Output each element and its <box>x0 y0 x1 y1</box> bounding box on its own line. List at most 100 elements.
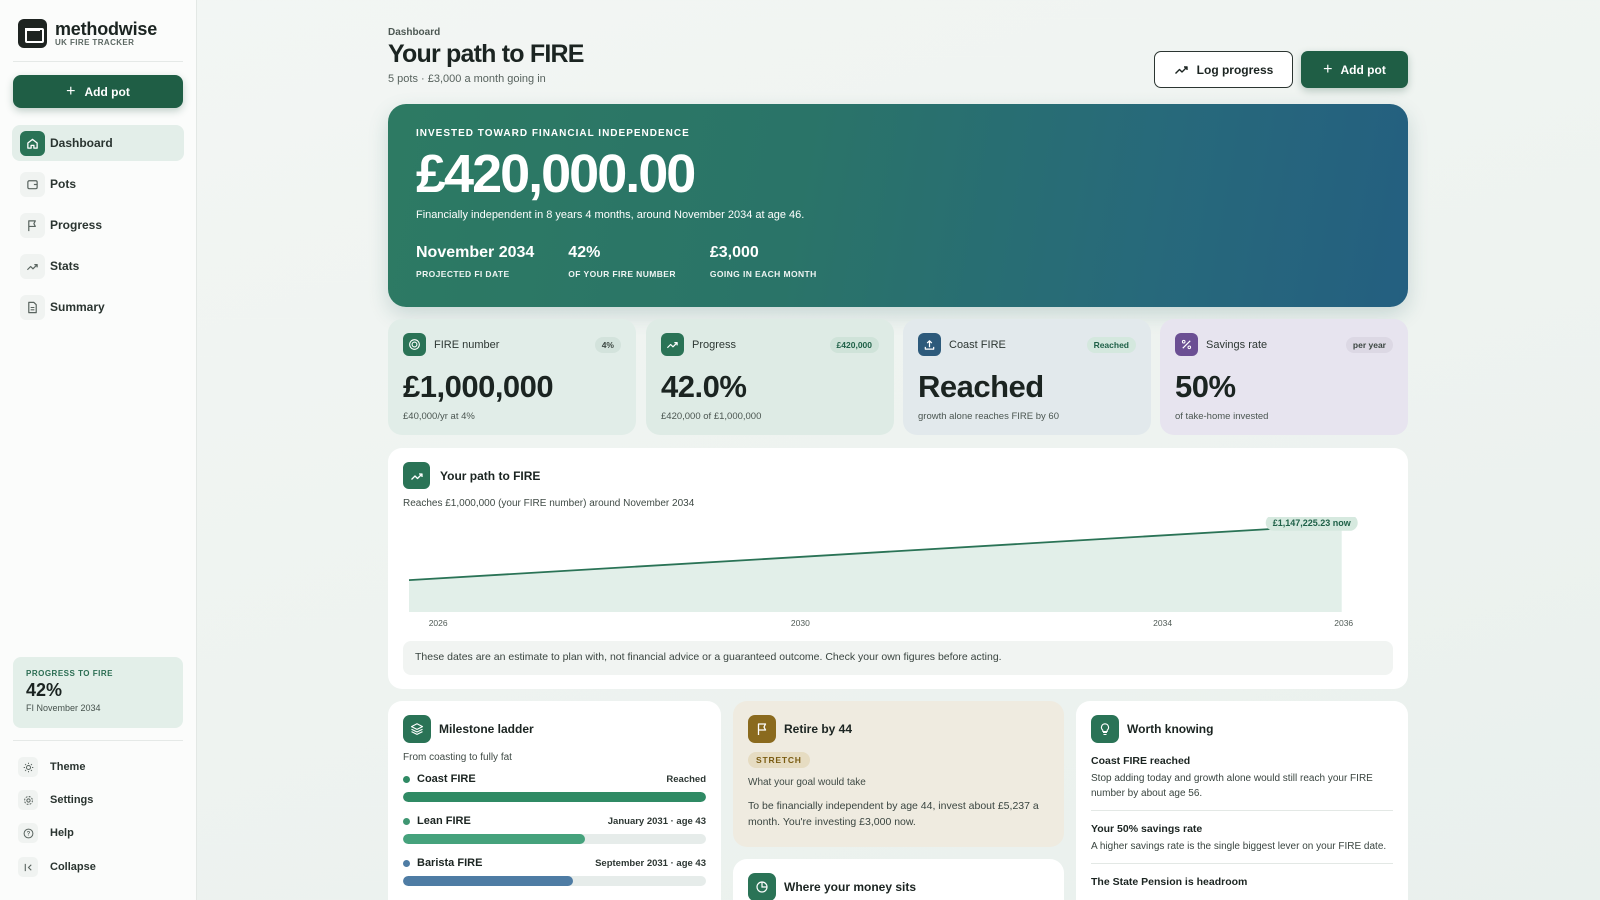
chart-area <box>409 524 1342 612</box>
fire-number-card[interactable]: FIRE number 4% £1,000,000 £40,000/yr at … <box>388 319 636 435</box>
sidebar-item-summary[interactable]: Summary <box>12 289 184 325</box>
retire-goal-panel[interactable]: Retire by 44 STRETCH What your goal woul… <box>733 701 1064 847</box>
tip-item: The State Pension is headroom <box>1091 876 1393 888</box>
collapse-label: Collapse <box>50 861 96 873</box>
milestone-bar <box>403 792 706 802</box>
theme-label: Theme <box>50 761 86 773</box>
card-subtext: £40,000/yr at 4% <box>403 411 475 422</box>
sidebar-add-pot-button[interactable]: + Add pot <box>13 75 183 108</box>
sidebar-item-progress[interactable]: Progress <box>12 207 184 243</box>
milestone-bar <box>403 834 706 844</box>
status-dot <box>403 859 410 867</box>
pie-chart-icon <box>748 873 776 900</box>
target-icon <box>403 333 426 356</box>
sidebar: methodwise UK FIRE TRACKER + Add pot Das… <box>0 0 197 900</box>
card-title: Progress <box>692 338 737 351</box>
sidebar-item-stats[interactable]: Stats <box>12 248 184 284</box>
tip-item: Your 50% savings rate A higher savings r… <box>1091 823 1393 854</box>
card-badge: 4% <box>594 336 621 353</box>
invested-hero-card: INVESTED TOWARD FINANCIAL INDEPENDENCE £… <box>388 104 1408 307</box>
help-button[interactable]: ? Help <box>18 821 74 845</box>
progress-card[interactable]: Progress £420,000 42.0% £420,000 of £1,0… <box>646 319 894 435</box>
progress-label: PROGRESS TO FIRE <box>26 669 113 678</box>
tip-title: The State Pension is headroom <box>1091 876 1248 888</box>
sidebar-item-label: Progress <box>50 218 103 232</box>
milestone-bar <box>403 876 706 886</box>
plus-icon: + <box>66 82 76 100</box>
card-value: 42.0% <box>661 369 747 404</box>
sidebar-progress-card[interactable]: PROGRESS TO FIRE 42% FI November 2034 <box>13 657 183 728</box>
x-tick-label: 2026 <box>429 618 448 628</box>
sidebar-item-pots[interactable]: Pots <box>12 166 184 202</box>
plus-icon: + <box>1323 60 1333 78</box>
hero-description: Financially independent in 8 years 4 mon… <box>416 209 805 221</box>
svg-text:?: ? <box>26 831 30 837</box>
hero-stat-fire-percent: 42% OF YOUR FIRE NUMBER <box>568 244 676 279</box>
collapse-button[interactable]: Collapse <box>18 855 96 879</box>
wallet-icon <box>20 171 45 197</box>
coast-fire-card[interactable]: Coast FIRE Reached Reached growth alone … <box>903 319 1151 435</box>
hero-stat-fi-date: November 2034 PROJECTED FI DATE <box>416 244 534 279</box>
milestone-bar-fill <box>403 876 573 886</box>
status-dot <box>403 775 410 783</box>
card-title: FIRE number <box>434 338 500 351</box>
card-value: 50% <box>1175 369 1236 404</box>
hero-stat-value: November 2034 <box>416 244 535 261</box>
trend-icon <box>661 333 684 356</box>
log-progress-button[interactable]: Log progress <box>1154 51 1293 88</box>
progress-value: 42% <box>26 680 63 700</box>
log-progress-label: Log progress <box>1196 62 1274 77</box>
hero-stat-label: PROJECTED FI DATE <box>416 269 510 279</box>
tip-title: Coast FIRE reached <box>1091 755 1191 767</box>
upload-icon <box>918 333 941 356</box>
card-value: £1,000,000 <box>403 369 554 404</box>
layers-icon <box>403 715 431 743</box>
x-tick-label: 2030 <box>791 618 810 628</box>
chart-annotation-label: £1,147,225.23 now <box>1273 518 1352 528</box>
money-allocation-panel: Where your money sits <box>733 859 1064 900</box>
divider <box>1091 863 1393 864</box>
chart-disclaimer: These dates are an estimate to plan with… <box>403 641 1393 675</box>
chart-annotation: £1,147,225.23 now <box>1265 517 1358 531</box>
path-chart-title: Your path to FIRE <box>440 468 541 483</box>
hero-stat-label: OF YOUR FIRE NUMBER <box>568 269 676 279</box>
card-badge: £420,000 <box>829 336 879 353</box>
sidebar-item-label: Dashboard <box>50 136 113 150</box>
worth-title: Worth knowing <box>1127 722 1214 736</box>
tip-text: Stop adding today and growth alone would… <box>1091 773 1373 799</box>
milestone-item[interactable]: Coast FIRE Reached <box>403 773 706 802</box>
flag-icon <box>748 715 776 743</box>
retire-title: Retire by 44 <box>784 722 853 736</box>
milestone-status: September 2031 · age 43 <box>595 857 706 869</box>
add-pot-label: Add pot <box>1340 62 1386 77</box>
brand-name: methodwise <box>55 18 158 39</box>
lightbulb-icon <box>1091 715 1119 743</box>
milestone-item[interactable]: Lean FIRE January 2031 · age 43 <box>403 815 706 844</box>
card-subtext: of take-home invested <box>1175 411 1269 422</box>
sidebar-item-label: Summary <box>50 300 105 314</box>
card-badge: per year <box>1345 336 1393 353</box>
card-badge: Reached <box>1086 336 1136 353</box>
milestone-title: Milestone ladder <box>439 722 534 736</box>
settings-button[interactable]: Settings <box>18 788 93 812</box>
worth-knowing-panel: Worth knowing Coast FIRE reached Stop ad… <box>1076 701 1408 900</box>
milestone-ladder-panel: Milestone ladder From coasting to fully … <box>388 701 721 900</box>
savings-rate-card[interactable]: Savings rate per year 50% of take-home i… <box>1160 319 1408 435</box>
path-chart-subtitle: Reaches £1,000,000 (your FIRE number) ar… <box>403 498 695 509</box>
progress-fi-date: FI November 2034 <box>26 703 101 713</box>
milestone-status: January 2031 · age 43 <box>607 815 706 827</box>
hero-stat-label: GOING IN EACH MONTH <box>709 269 817 279</box>
sidebar-item-dashboard[interactable]: Dashboard <box>12 125 184 161</box>
gear-icon <box>18 790 38 810</box>
brand-logo[interactable]: methodwise UK FIRE TRACKER <box>18 19 157 48</box>
settings-label: Settings <box>50 794 94 806</box>
card-subtext: £420,000 of £1,000,000 <box>661 411 762 422</box>
theme-button[interactable]: Theme <box>18 755 85 779</box>
milestone-bar-fill <box>403 792 706 802</box>
sidebar-add-pot-label: Add pot <box>84 84 130 99</box>
milestone-bar-fill <box>403 834 585 844</box>
hero-label: INVESTED TOWARD FINANCIAL INDEPENDENCE <box>416 128 690 139</box>
milestone-item[interactable]: Barista FIRE September 2031 · age 43 <box>403 857 706 886</box>
page-title: Your path to FIRE <box>388 40 584 68</box>
add-pot-button[interactable]: + Add pot <box>1301 51 1408 88</box>
